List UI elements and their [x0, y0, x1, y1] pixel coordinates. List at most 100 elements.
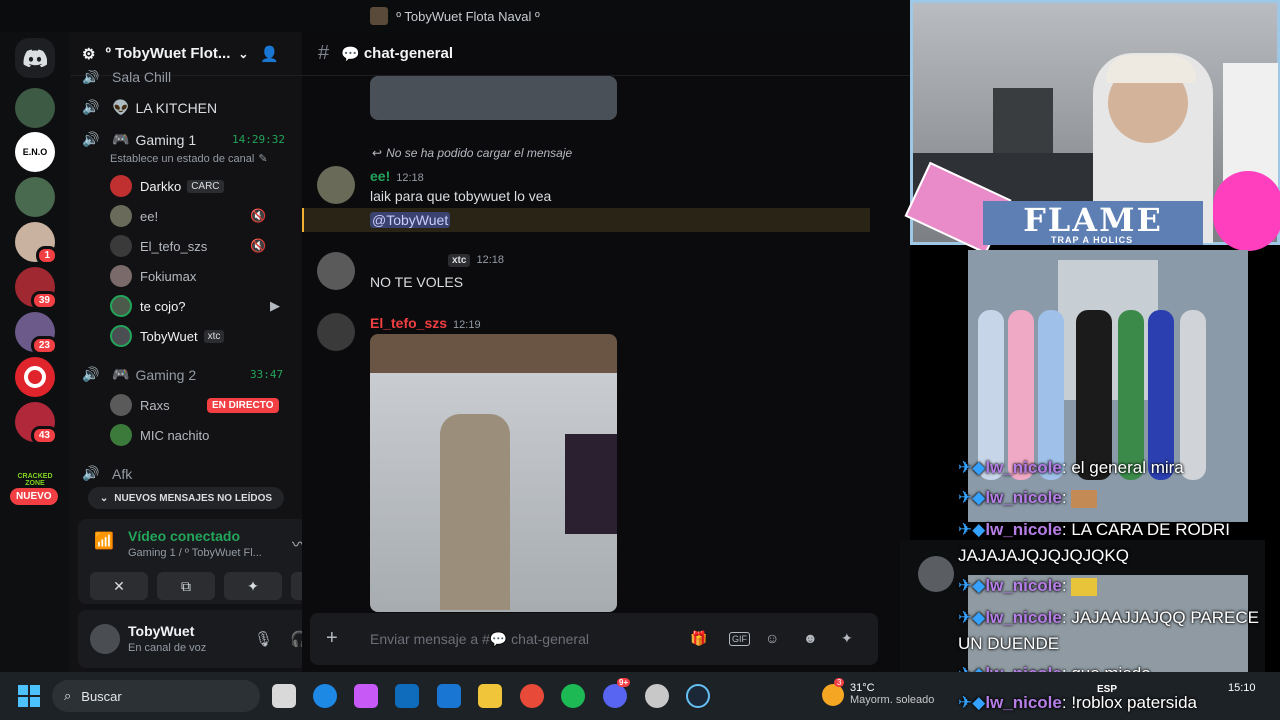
- voice-user[interactable]: Fokiumax: [110, 264, 196, 288]
- task-view-icon[interactable]: [272, 684, 296, 708]
- author-name: El_tefo_szs: [370, 315, 448, 331]
- overlay-chat-line: ✈◆lw_nicole: el general mira: [958, 458, 1184, 477]
- speaker-icon: 🔊: [82, 366, 100, 382]
- microphone-icon[interactable]: 🎙: [254, 630, 273, 648]
- channel-status-text: Establece un estado de canal: [110, 152, 255, 165]
- avatar[interactable]: [317, 313, 355, 351]
- server-icon-4[interactable]: 39: [15, 267, 58, 310]
- unread-messages-pill[interactable]: ⌄ NUEVOS MENSAJES NO LEÍDOS: [88, 487, 284, 509]
- live-badge[interactable]: EN DIRECTO: [207, 398, 279, 413]
- message-author[interactable]: xtc 12:18: [442, 254, 504, 267]
- chat-user: lw_nicole: [985, 576, 1062, 595]
- channel-gaming-2[interactable]: 🔊 🎮 Gaming 2 33:47: [82, 366, 283, 383]
- user-name: El_tefo_szs: [140, 238, 208, 254]
- reply-reference[interactable]: ↩ No se ha podido cargar el mensaje: [372, 146, 572, 160]
- channel-label: Gaming 2: [135, 366, 197, 383]
- avatar: [110, 175, 132, 197]
- new-pill[interactable]: NUEVO: [10, 488, 58, 505]
- copilot-icon[interactable]: [354, 684, 378, 708]
- voice-user[interactable]: MIC nachito: [110, 423, 209, 447]
- voice-user[interactable]: te cojo? ▶: [110, 294, 280, 318]
- steam-icon[interactable]: [686, 684, 710, 708]
- voice-user[interactable]: TobyWuet xtc: [110, 324, 225, 348]
- gear-icon[interactable]: ⚙: [82, 45, 95, 63]
- server-eno[interactable]: E.N.O: [15, 132, 55, 172]
- composer-placeholder: Enviar mensaje a #💬 chat-general: [370, 631, 589, 647]
- server-icon: [370, 7, 389, 25]
- weather-widget[interactable]: 31°C Mayorm. soleado: [850, 682, 934, 706]
- voice-user[interactable]: Darkko CARC: [110, 174, 224, 198]
- chrome-icon[interactable]: [520, 684, 544, 708]
- weather-icon[interactable]: 3: [822, 678, 845, 706]
- apps-icon[interactable]: ✦: [841, 630, 853, 647]
- user-status: En canal de voz: [128, 642, 207, 654]
- chat-user: lw_nicole: [985, 458, 1062, 477]
- overlay-chat-line: UN DUENDE: [958, 634, 1059, 654]
- user-name: te cojo?: [140, 298, 186, 314]
- chat-text: JAJAJAJQJQJQJQKQ: [958, 546, 1129, 565]
- user-name: Fokiumax: [140, 268, 197, 284]
- plus-icon[interactable]: +: [326, 627, 338, 650]
- avatar[interactable]: [90, 624, 120, 654]
- spotify-icon[interactable]: [561, 684, 585, 708]
- taskbar-clock[interactable]: 15:10: [1228, 682, 1256, 694]
- voice-user[interactable]: El_tefo_szs 🔇: [110, 234, 266, 258]
- taskbar-search[interactable]: ⌕ Buscar: [52, 680, 260, 712]
- message-composer[interactable]: + Enviar mensaje a #💬 chat-general 🎁 GIF…: [310, 613, 878, 665]
- gif-button[interactable]: GIF: [729, 632, 750, 646]
- store-icon[interactable]: [395, 684, 419, 708]
- channel-timer: 33:47: [250, 368, 284, 381]
- obs-icon[interactable]: [645, 684, 669, 708]
- search-icon: ⌕: [64, 688, 72, 703]
- channel-gaming-1[interactable]: 🔊 🎮 Gaming 1 14:29:32: [82, 131, 285, 148]
- user-tag: xtc: [448, 254, 471, 267]
- alien-icon: 👽: [112, 99, 130, 115]
- message-author[interactable]: ee! 12:18: [370, 168, 424, 184]
- voice-user[interactable]: ee! 🔇: [110, 204, 266, 228]
- discord-taskbar-icon[interactable]: 9+: [603, 678, 631, 708]
- image-attachment[interactable]: [370, 334, 617, 612]
- server-icon-2[interactable]: [15, 177, 55, 217]
- unread-badge: 43: [30, 426, 58, 445]
- server-icon-7[interactable]: 43: [15, 402, 58, 445]
- camera-off-button[interactable]: ✕: [90, 572, 148, 600]
- image-attachment[interactable]: [370, 76, 617, 120]
- channel-status-prompt[interactable]: Establece un estado de canal ✎: [110, 152, 268, 166]
- server-icon-1[interactable]: [15, 88, 55, 128]
- chat-area: # 💬 chat-general ↩ No se ha podido cargar…: [302, 32, 910, 672]
- channel-sala-chill[interactable]: 🔊 Sala Chill: [82, 70, 171, 84]
- voice-user[interactable]: Raxs: [110, 393, 170, 417]
- gift-icon[interactable]: 🎁: [690, 630, 707, 647]
- server-icon-6[interactable]: [15, 357, 55, 397]
- user-tag: xtc: [203, 329, 225, 343]
- chat-badge-icon: ✈◆: [958, 608, 986, 627]
- user-mention[interactable]: @TobyWuet: [370, 212, 451, 228]
- server-cracked-zone[interactable]: CRACKED ZONE: [15, 447, 55, 487]
- outlook-icon[interactable]: [437, 684, 461, 708]
- chat-badge-icon: ✈◆: [958, 520, 986, 539]
- channel-afk[interactable]: 🔊 Afk: [82, 465, 132, 482]
- avatar[interactable]: [317, 166, 355, 204]
- meme-figure: [1038, 310, 1064, 480]
- sticker-icon[interactable]: ☺: [765, 630, 779, 646]
- emoji-icon[interactable]: ☻: [803, 630, 818, 646]
- gamepad-icon: 🎮: [112, 131, 130, 147]
- meme-figure: [1148, 310, 1174, 480]
- server-icon-3[interactable]: 1: [15, 222, 58, 265]
- file-explorer-icon[interactable]: [478, 684, 502, 708]
- discord-home-button[interactable]: [15, 38, 55, 78]
- windows-start-icon[interactable]: [18, 685, 40, 707]
- voice-channel[interactable]: Gaming 1 / º TobyWuet Fl...: [128, 547, 262, 559]
- guild-name: º TobyWuet Flot...: [105, 45, 231, 62]
- message-author[interactable]: El_tefo_szs 12:19: [370, 315, 481, 331]
- channel-la-kitchen[interactable]: 🔊 👽 LA KITCHEN: [82, 99, 217, 116]
- screen-share-button[interactable]: ⧉: [157, 572, 215, 600]
- activities-button[interactable]: ✦: [224, 572, 282, 600]
- edge-icon[interactable]: [313, 684, 337, 708]
- photo-tv: [565, 434, 617, 534]
- avatar[interactable]: [317, 252, 355, 290]
- message-text: NO TE VOLES: [370, 274, 464, 290]
- weather-desc: Mayorm. soleado: [850, 694, 935, 706]
- server-icon-5[interactable]: 23: [15, 312, 58, 355]
- add-user-icon[interactable]: 👤: [260, 45, 279, 63]
